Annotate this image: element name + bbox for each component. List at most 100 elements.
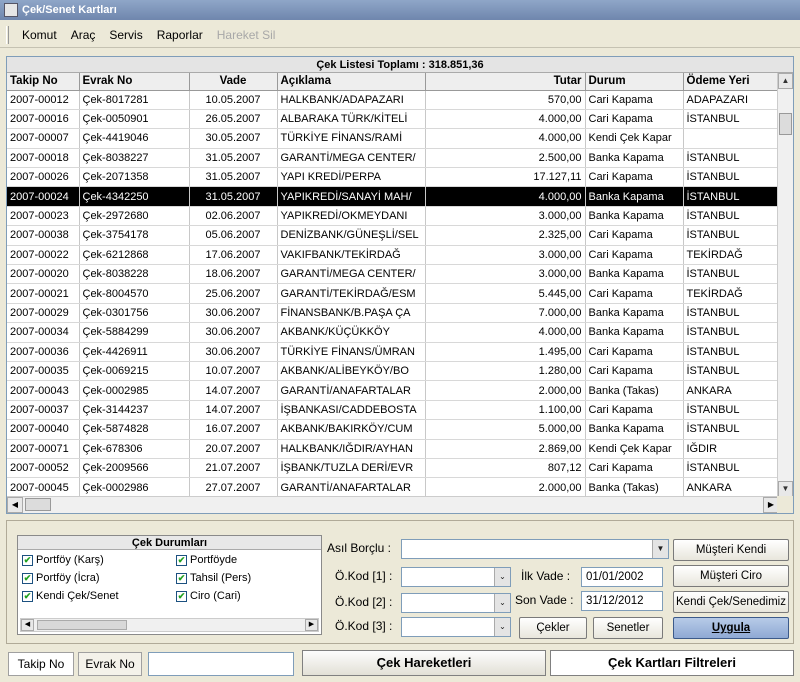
checkbox-icon[interactable]: ✔ [22, 590, 33, 602]
cell-vade[interactable]: 31.05.2007 [189, 167, 278, 188]
search-input[interactable] [148, 652, 294, 676]
cell-durum[interactable]: Banka Kapama [585, 264, 684, 285]
cell-durum[interactable]: Banka (Takas) [585, 380, 684, 401]
cell-tutar[interactable]: 7.000,00 [425, 303, 586, 324]
table-row[interactable]: 2007-00040 Çek-5874828 16.07.2007 AKBANK/BA… [7, 419, 780, 440]
cell-tutar[interactable]: 1.280,00 [425, 361, 586, 382]
table-row[interactable]: 2007-00036 Çek-4426911 30.06.2007 TÜRKİYE F… [7, 342, 780, 362]
okod2-combo[interactable]: ⌄ [401, 593, 511, 613]
cell-odeme-yeri[interactable]: İSTANBUL [683, 109, 780, 130]
cell-odeme-yeri[interactable]: İSTANBUL [683, 148, 780, 169]
cell-durum[interactable]: Banka Kapama [585, 419, 684, 440]
cell-evrak-no[interactable]: Çek-0002986 [79, 477, 190, 498]
status-box-scrollbar[interactable]: ◀ ▶ [20, 618, 319, 632]
cell-tutar[interactable]: 807,12 [425, 458, 586, 479]
table-row[interactable]: 2007-00024 Çek-4342250 31.05.2007 YAPIKREDİ… [7, 186, 780, 207]
status-portfoy-icra[interactable]: ✔ Portföy (İcra) [22, 572, 100, 584]
cell-aciklama[interactable]: YAPIKREDİ/SANAYİ MAH/ [277, 186, 426, 207]
cell-evrak-no[interactable]: Çek-4426911 [79, 342, 190, 362]
cell-evrak-no[interactable]: Çek-3144237 [79, 400, 190, 421]
cell-tutar[interactable]: 2.325,00 [425, 225, 586, 246]
cell-takip-no[interactable]: 2007-00040 [7, 419, 80, 440]
cell-aciklama[interactable]: GARANTİ/ANAFARTALAR [277, 477, 426, 498]
asil-borclu-combo[interactable]: ▼ [401, 539, 669, 559]
cell-odeme-yeri[interactable]: TEKİRDAĞ [683, 245, 780, 266]
cell-evrak-no[interactable]: Çek-8017281 [79, 90, 190, 110]
table-row[interactable]: 2007-00026 Çek-2071358 31.05.2007 YAPI KRED… [7, 167, 780, 188]
cell-takip-no[interactable]: 2007-00022 [7, 245, 80, 266]
cell-aciklama[interactable]: GARANTİ/MEGA CENTER/ [277, 148, 426, 169]
cell-vade[interactable]: 31.05.2007 [189, 186, 278, 207]
tab-takip-no[interactable]: Takip No [8, 652, 74, 676]
cell-aciklama[interactable]: GARANTİ/MEGA CENTER/ [277, 264, 426, 285]
cell-takip-no[interactable]: 2007-00018 [7, 148, 80, 169]
cell-durum[interactable]: Cari Kapama [585, 400, 684, 421]
cell-aciklama[interactable]: AKBANK/ALİBEYKÖY/BO [277, 361, 426, 382]
cell-takip-no[interactable]: 2007-00007 [7, 128, 80, 149]
table-row[interactable]: 2007-00038 Çek-3754178 05.06.2007 DENİZBANK… [7, 225, 780, 246]
cell-evrak-no[interactable]: Çek-8004570 [79, 283, 190, 304]
cell-vade[interactable]: 25.06.2007 [189, 283, 278, 304]
cell-aciklama[interactable]: GARANTİ/TEKİRDAĞ/ESM [277, 283, 426, 304]
cell-vade[interactable]: 30.06.2007 [189, 342, 278, 362]
grid-horizontal-scrollbar[interactable]: ◀ ▶ [7, 496, 779, 513]
cell-vade[interactable]: 10.07.2007 [189, 361, 278, 382]
cell-tutar[interactable]: 1.495,00 [425, 342, 586, 362]
son-vade-input[interactable]: 31/12/2012 [581, 591, 663, 611]
cell-tutar[interactable]: 2.500,00 [425, 148, 586, 169]
cell-tutar[interactable]: 5.445,00 [425, 283, 586, 304]
table-row[interactable]: 2007-00037 Çek-3144237 14.07.2007 İŞBANKASI… [7, 400, 780, 421]
cell-vade[interactable]: 17.06.2007 [189, 245, 278, 266]
col-tutar[interactable]: Tutar [425, 73, 586, 91]
cell-aciklama[interactable]: HALKBANK/IĞDIR/AYHAN [277, 439, 426, 459]
cell-takip-no[interactable]: 2007-00012 [7, 90, 80, 110]
table-row[interactable]: 2007-00023 Çek-2972680 02.06.2007 YAPIKREDİ… [7, 206, 780, 227]
status-portfoyde[interactable]: ✔ Portföyde [176, 554, 237, 566]
table-row[interactable]: 2007-00021 Çek-8004570 25.06.2007 GARANTİ/T… [7, 283, 780, 304]
cell-tutar[interactable]: 4.000,00 [425, 128, 586, 149]
cell-odeme-yeri[interactable]: İSTANBUL [683, 342, 780, 362]
cell-takip-no[interactable]: 2007-00037 [7, 400, 80, 421]
cell-odeme-yeri[interactable]: IĞDIR [683, 439, 780, 459]
cell-takip-no[interactable]: 2007-00024 [7, 186, 80, 207]
cekler-button[interactable]: Çekler [519, 617, 587, 639]
cell-odeme-yeri[interactable]: İSTANBUL [683, 206, 780, 227]
col-takip-no[interactable]: Takip No [7, 73, 80, 91]
cell-tutar[interactable]: 2.000,00 [425, 477, 586, 498]
cell-aciklama[interactable]: ALBARAKA TÜRK/KİTELİ [277, 109, 426, 130]
menu-komut[interactable]: Komut [15, 28, 64, 42]
cell-durum[interactable]: Kendi Çek Kapar [585, 439, 684, 459]
scroll-thumb[interactable] [779, 113, 792, 135]
cell-durum[interactable]: Cari Kapama [585, 361, 684, 382]
cell-durum[interactable]: Kendi Çek Kapar [585, 128, 684, 149]
cell-vade[interactable]: 31.05.2007 [189, 148, 278, 169]
cell-aciklama[interactable]: AKBANK/KÜÇÜKKÖY [277, 322, 426, 343]
status-scroll-thumb[interactable] [37, 620, 127, 630]
cell-aciklama[interactable]: GARANTİ/ANAFARTALAR [277, 380, 426, 401]
cell-aciklama[interactable]: TÜRKİYE FİNANS/ÜMRAN [277, 342, 426, 362]
cell-takip-no[interactable]: 2007-00023 [7, 206, 80, 227]
cell-durum[interactable]: Cari Kapama [585, 458, 684, 479]
okod1-combo[interactable]: ⌄ [401, 567, 511, 587]
cell-odeme-yeri[interactable]: İSTANBUL [683, 361, 780, 382]
cell-tutar[interactable]: 4.000,00 [425, 322, 586, 343]
cell-odeme-yeri[interactable]: İSTANBUL [683, 303, 780, 324]
cell-vade[interactable]: 26.05.2007 [189, 109, 278, 130]
chevron-down-icon[interactable]: ⌄ [494, 594, 510, 612]
cell-evrak-no[interactable]: Çek-2009566 [79, 458, 190, 479]
cell-vade[interactable]: 16.07.2007 [189, 419, 278, 440]
cell-vade[interactable]: 02.06.2007 [189, 206, 278, 227]
cell-takip-no[interactable]: 2007-00045 [7, 477, 80, 498]
cell-vade[interactable]: 30.05.2007 [189, 128, 278, 149]
cell-vade[interactable]: 27.07.2007 [189, 477, 278, 498]
col-durum[interactable]: Durum [585, 73, 684, 91]
cell-odeme-yeri[interactable]: İSTANBUL [683, 225, 780, 246]
status-kendi-cek-senet[interactable]: ✔ Kendi Çek/Senet [22, 590, 119, 602]
table-row[interactable]: 2007-00020 Çek-8038228 18.06.2007 GARANTİ/M… [7, 264, 780, 285]
cell-aciklama[interactable]: FİNANSBANK/B.PAŞA ÇA [277, 303, 426, 324]
table-row[interactable]: 2007-00029 Çek-0301756 30.06.2007 FİNANSBAN… [7, 303, 780, 324]
cell-odeme-yeri[interactable]: İSTANBUL [683, 322, 780, 343]
cell-aciklama[interactable]: VAKIFBANK/TEKİRDAĞ [277, 245, 426, 266]
cell-evrak-no[interactable]: Çek-8038228 [79, 264, 190, 285]
status-portfoy-kars[interactable]: ✔ Portföy (Karş) [22, 554, 104, 566]
